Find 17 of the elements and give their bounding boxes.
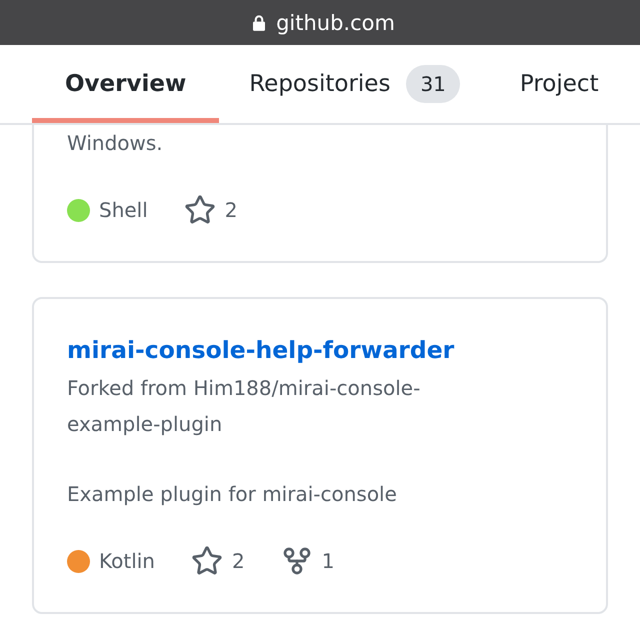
count-badge: 31 xyxy=(406,64,460,102)
fork-count-link[interactable]: 1 xyxy=(280,545,334,577)
tab[interactable]: Repositories 31 xyxy=(219,45,490,123)
star-count-link[interactable]: 2 xyxy=(191,545,245,577)
tab[interactable]: Project xyxy=(490,45,629,123)
language-name: Kotlin xyxy=(99,549,155,573)
repo-description: Example plugin for mirai-console xyxy=(67,481,397,508)
star-icon xyxy=(191,545,223,577)
fork-icon xyxy=(280,545,313,577)
lock-icon xyxy=(253,14,266,30)
star-icon xyxy=(184,194,216,226)
fork-source-text: Forked from Him188/mirai-console-example-plugin xyxy=(67,375,422,438)
star-count-link[interactable]: 2 xyxy=(184,194,238,226)
repo-name-link[interactable]: mirai-console-help-forwarder xyxy=(67,330,454,370)
language-name: Shell xyxy=(99,198,148,222)
url-text[interactable]: github.com xyxy=(276,8,395,36)
repo-description: Windows. xyxy=(67,130,163,157)
